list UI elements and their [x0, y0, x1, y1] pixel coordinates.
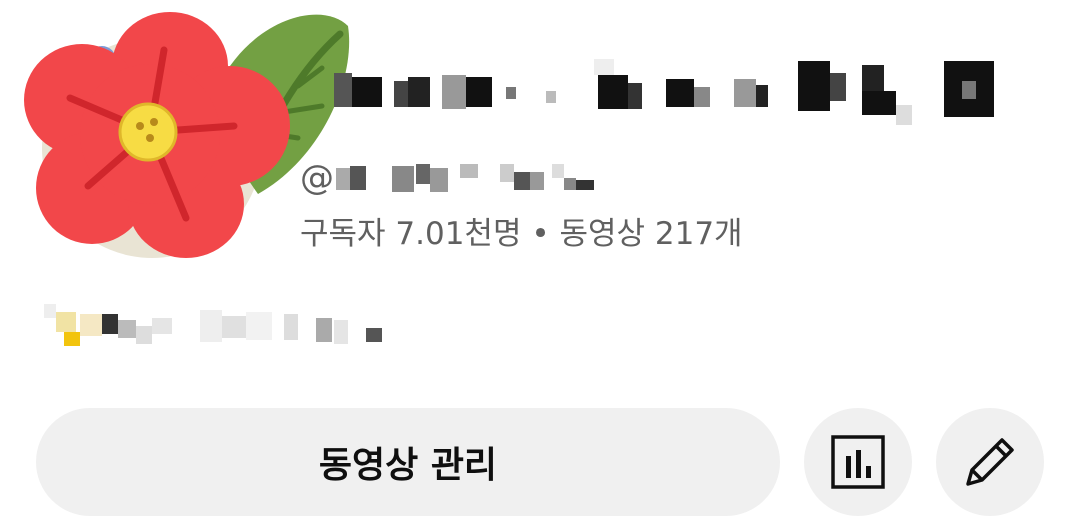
edit-channel-button[interactable]	[936, 408, 1044, 516]
channel-handle: @	[300, 156, 636, 200]
redacted-handle	[336, 158, 636, 198]
channel-name	[334, 55, 1014, 135]
channel-description[interactable]	[44, 298, 394, 354]
redacted-channel-name	[334, 59, 994, 125]
redacted-description	[44, 304, 382, 346]
channel-stats: 구독자 7.01천명 • 동영상 217개	[300, 216, 743, 252]
manage-videos-label: 동영상 관리	[318, 445, 498, 486]
bar-chart-icon	[831, 435, 885, 489]
manage-videos-button[interactable]: 동영상 관리	[36, 408, 780, 516]
handle-at-sign: @	[300, 158, 334, 198]
pencil-icon	[966, 438, 1014, 486]
analytics-button[interactable]	[804, 408, 912, 516]
